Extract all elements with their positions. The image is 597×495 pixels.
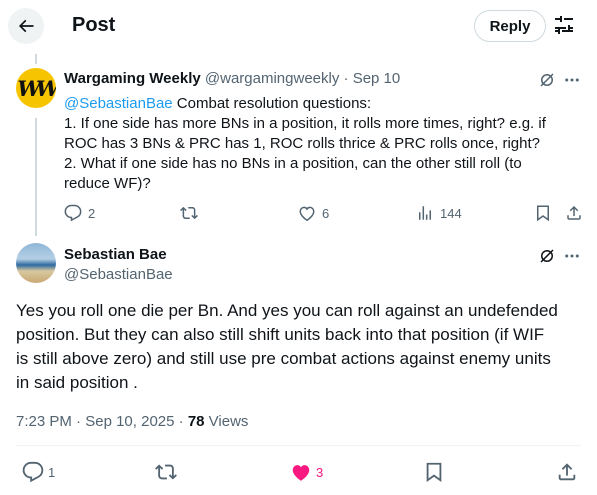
heart-filled-icon — [292, 465, 310, 481]
reply-count: 1 — [48, 464, 56, 480]
author-name[interactable]: Sebastian Bae — [64, 246, 167, 264]
reply-action[interactable]: 1 — [22, 461, 55, 483]
repost-icon — [180, 206, 198, 220]
views-label: Views — [208, 413, 249, 430]
bookmark-icon — [537, 205, 549, 222]
avatar[interactable]: WW — [16, 68, 56, 108]
analytics-icon — [419, 206, 431, 220]
post-date[interactable]: Sep 10 — [353, 70, 401, 87]
post-date[interactable]: Sep 10, 2025 — [85, 413, 174, 430]
separator: · — [343, 70, 349, 87]
text-line: ROC has 3 BNs & PRC has 1, ROC rolls thr… — [64, 135, 540, 152]
back-button[interactable] — [8, 8, 44, 44]
bookmark-action[interactable] — [423, 461, 445, 483]
share-icon — [567, 205, 581, 220]
repost-action[interactable] — [180, 204, 198, 222]
divider — [16, 445, 581, 446]
reply-button[interactable]: Reply — [474, 10, 546, 42]
share-icon — [558, 463, 576, 481]
bookmark-action[interactable] — [534, 204, 552, 222]
text-line: reduce WF)? — [64, 175, 151, 192]
author-handle[interactable]: @SebastianBae — [64, 266, 173, 284]
views-action[interactable]: 144 — [416, 204, 462, 222]
views-count: 144 — [440, 205, 462, 221]
share-action[interactable] — [565, 204, 583, 222]
text-line: 2. What if one side has no BNs in a posi… — [64, 155, 522, 172]
header-bar: Post Reply — [0, 0, 597, 54]
reply-icon — [22, 461, 44, 483]
text-line: Yes you roll one die per Bn. And yes you… — [16, 301, 558, 320]
sliders-icon[interactable] — [552, 14, 576, 38]
reply-count: 2 — [88, 205, 96, 221]
avatar-logo-text: WW — [17, 75, 56, 101]
text-line: in said position . — [16, 373, 138, 392]
avatar[interactable] — [16, 243, 56, 283]
more-icon[interactable] — [563, 71, 581, 89]
like-count: 3 — [316, 464, 324, 480]
mention-link[interactable]: @SebastianBae — [64, 95, 173, 112]
author-name[interactable]: Wargaming Weekly — [64, 70, 201, 87]
separator: · — [178, 413, 184, 430]
grok-icon[interactable] — [538, 247, 556, 265]
grok-icon[interactable] — [538, 71, 556, 89]
arrow-left-icon — [18, 19, 34, 33]
text-line: Combat resolution questions: — [172, 95, 372, 112]
separator: · — [76, 413, 82, 430]
text-line: position. But they can also still shift … — [16, 325, 545, 344]
text-line: is still above zero) and still use pre c… — [16, 349, 551, 368]
share-action[interactable] — [556, 461, 578, 483]
quoted-post-text: @SebastianBae Combat resolution question… — [64, 94, 584, 194]
quoted-post-header: Wargaming Weekly @wargamingweekly · Sep … — [64, 70, 400, 88]
post-metadata: 7:23 PM · Sep 10, 2025 · 78 Views — [16, 413, 248, 431]
like-action[interactable]: 3 — [290, 461, 323, 483]
thread-line-top — [35, 54, 37, 64]
reply-icon — [64, 204, 82, 222]
like-action[interactable]: 6 — [298, 204, 329, 222]
repost-icon — [155, 464, 177, 480]
page-title: Post — [72, 14, 116, 36]
views-count: 78 — [187, 413, 205, 430]
post-text: Yes you roll one die per Bn. And yes you… — [16, 299, 581, 395]
heart-icon — [299, 206, 315, 222]
more-icon[interactable] — [563, 247, 581, 265]
reply-action[interactable]: 2 — [64, 204, 95, 222]
thread-line — [35, 118, 37, 236]
like-count: 6 — [322, 205, 330, 221]
text-line: 1. If one side has more BNs in a positio… — [64, 115, 546, 132]
post-time[interactable]: 7:23 PM — [16, 413, 72, 430]
repost-action[interactable] — [155, 461, 177, 483]
author-handle[interactable]: @wargamingweekly — [205, 70, 339, 87]
bookmark-icon — [426, 462, 442, 483]
